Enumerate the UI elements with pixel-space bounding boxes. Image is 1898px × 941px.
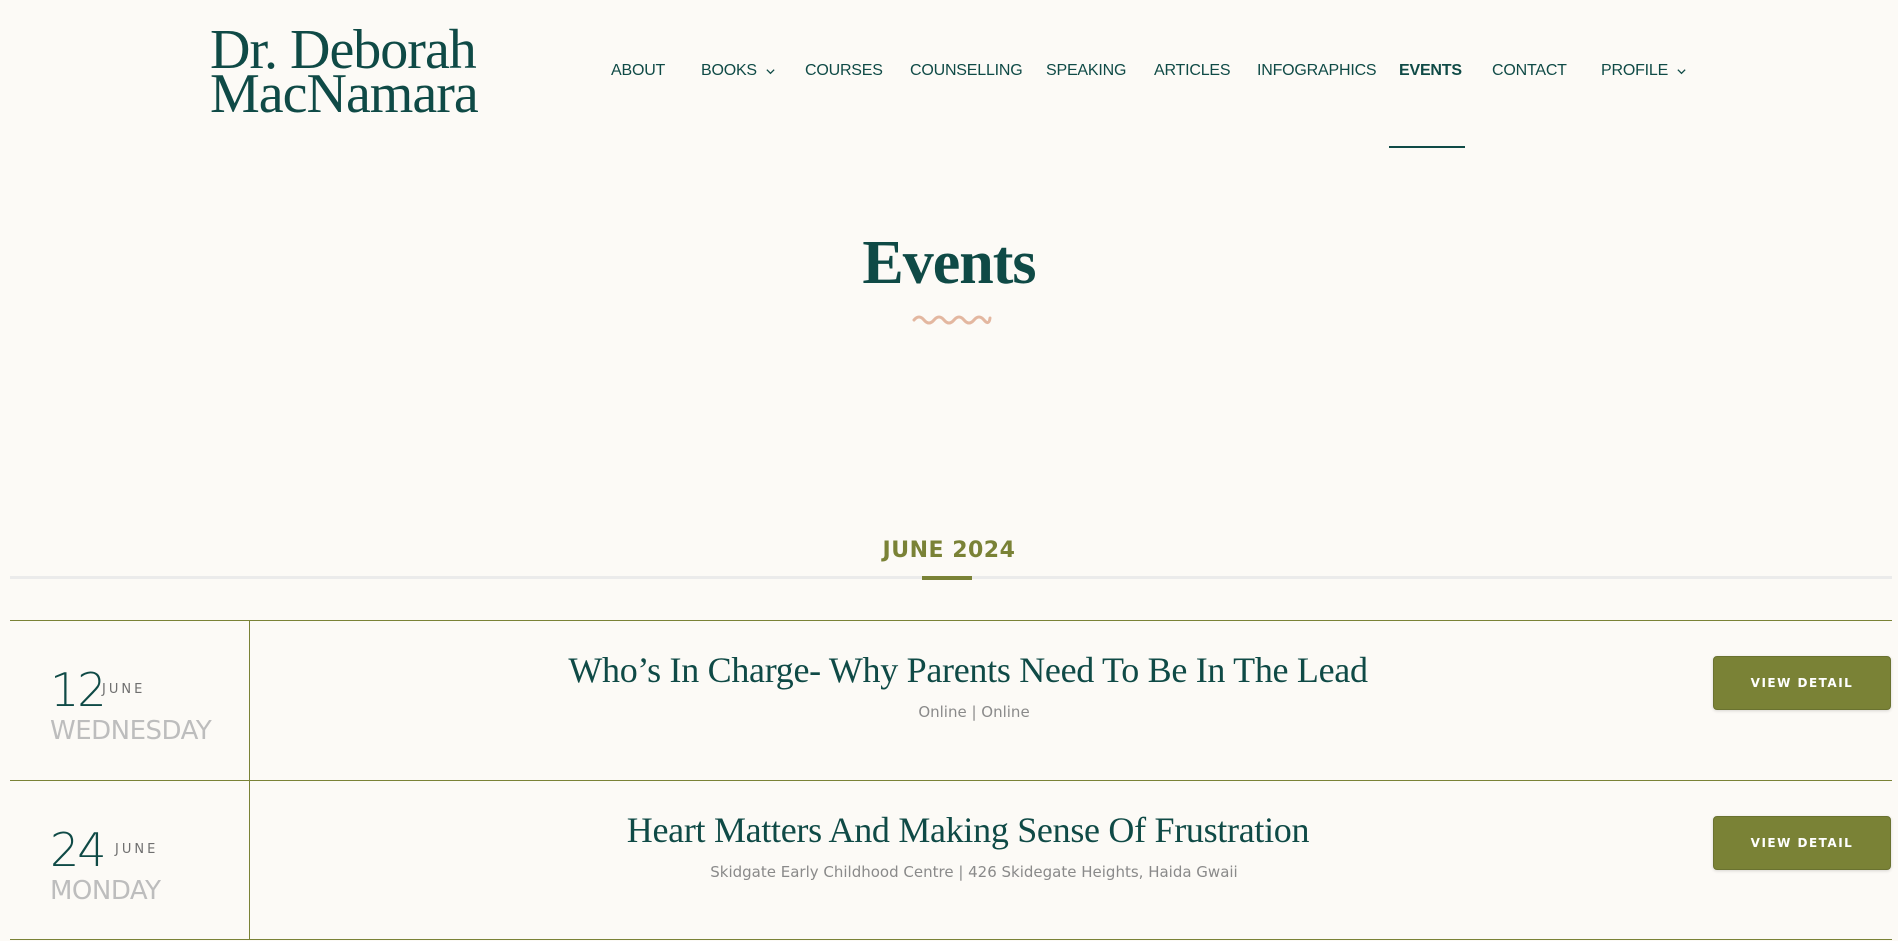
nav-label: EVENTS [1399,62,1462,79]
event-date: 24 JUNE MONDAY [10,781,250,940]
nav-item-contact[interactable]: CONTACT [1492,62,1567,80]
month-accent-bar [922,576,972,580]
month-header: JUNE 2024 [882,538,1016,563]
page-title: Events [862,229,1036,297]
nav-item-articles[interactable]: ARTICLES [1154,62,1231,80]
event-date: 12 JUNE WEDNESDAY [10,621,250,780]
event-day-number: 12 [50,663,107,717]
view-detail-button[interactable]: VIEW DETAIL [1713,656,1891,710]
nav-item-infographics[interactable]: INFOGRAPHICS [1257,62,1377,80]
event-weekday: WEDNESDAY [50,716,212,746]
event-location: Skidgate Early Childhood Centre | 426 Sk… [710,863,1238,881]
event-title[interactable]: Heart Matters And Making Sense Of Frustr… [250,809,1686,851]
squiggle-divider-icon [912,315,992,325]
nav-label: SPEAKING [1046,62,1127,79]
view-detail-button[interactable]: VIEW DETAIL [1713,816,1891,870]
event-row: 24 JUNE MONDAY Heart Matters And Making … [10,780,1892,940]
event-location: Online | Online [918,703,1030,721]
chevron-down-icon [766,68,775,74]
event-title[interactable]: Who’s In Charge- Why Parents Need To Be … [250,649,1686,691]
nav-item-courses[interactable]: COURSES [805,62,883,80]
nav-label: ABOUT [611,62,666,79]
nav-label: ARTICLES [1154,62,1231,79]
event-day-number: 24 [50,823,107,877]
nav-item-counselling[interactable]: COUNSELLING [910,62,1023,80]
nav-label: COURSES [805,62,883,79]
event-weekday: MONDAY [50,876,161,906]
chevron-down-icon [1677,68,1686,74]
nav-label: PROFILE [1601,62,1669,79]
nav-label: CONTACT [1492,62,1567,79]
nav-active-indicator [1389,146,1465,148]
event-month: JUNE [115,842,159,857]
event-month: JUNE [102,682,146,697]
main-nav: ABOUT BOOKS COURSES COUNSELLING SPEAKING… [0,62,1898,82]
nav-label: INFOGRAPHICS [1257,62,1377,79]
nav-label: COUNSELLING [910,62,1023,79]
nav-item-events[interactable]: EVENTS [1399,62,1462,80]
nav-label: BOOKS [701,62,757,79]
nav-item-profile[interactable]: PROFILE [1601,62,1687,80]
nav-item-about[interactable]: ABOUT [611,62,665,80]
nav-item-speaking[interactable]: SPEAKING [1046,62,1126,80]
event-row: 12 JUNE WEDNESDAY Who’s In Charge- Why P… [10,620,1892,780]
events-list: 12 JUNE WEDNESDAY Who’s In Charge- Why P… [10,620,1892,940]
nav-item-books[interactable]: BOOKS [701,62,776,80]
